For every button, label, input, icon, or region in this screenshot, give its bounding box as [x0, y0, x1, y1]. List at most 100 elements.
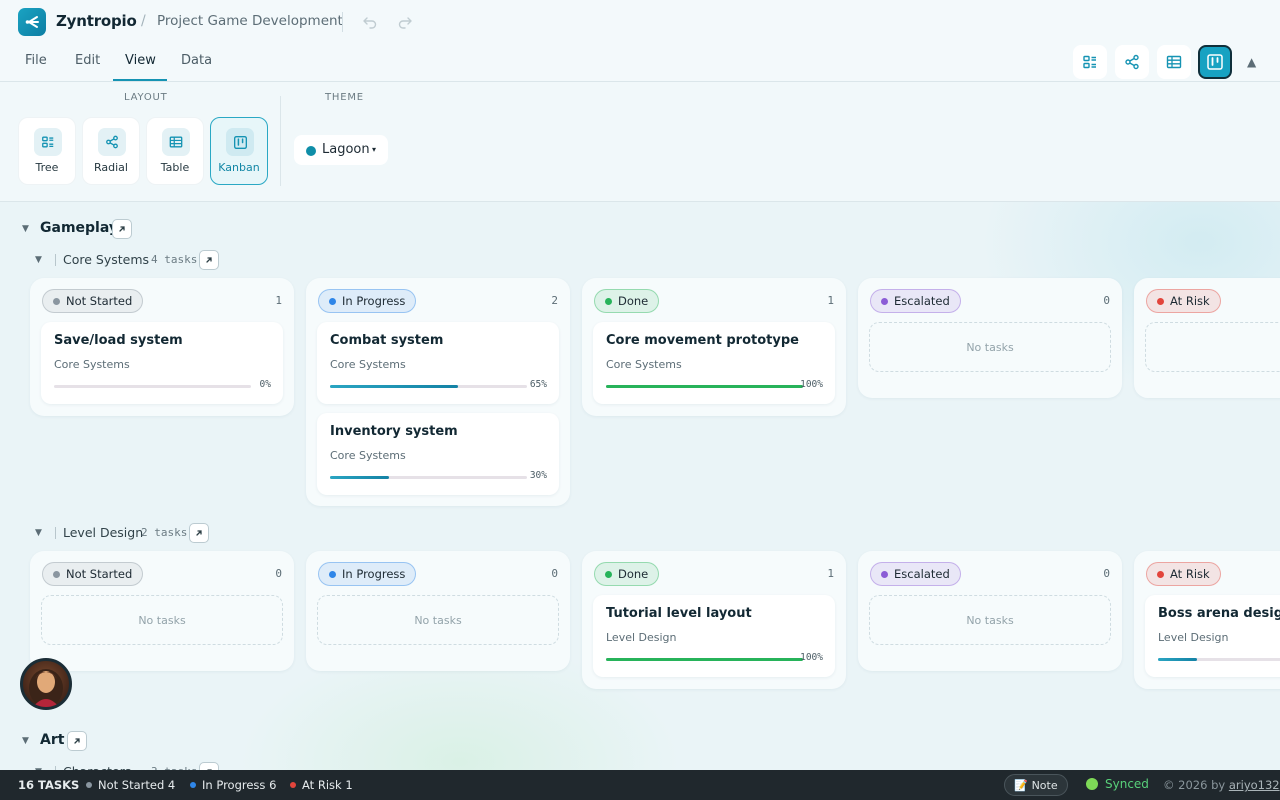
menu-file[interactable]: File	[25, 53, 47, 68]
status-dot	[1157, 297, 1164, 305]
layout-kanban-button[interactable]: Kanban	[210, 117, 268, 185]
table-icon	[1166, 55, 1182, 69]
kanban-column-at-risk: At Risk No tas	[1134, 278, 1280, 398]
task-progress-percent: 0%	[259, 379, 271, 390]
toolbar-divider	[342, 12, 343, 32]
task-progress-percent: 100%	[800, 379, 823, 390]
task-title: Tutorial level layout	[606, 606, 752, 621]
status-pill-label: At Risk	[1170, 567, 1210, 581]
kanban-canvas[interactable]: ▼ Gameplay ▼ Core Systems 4 tasks Not Started…	[0, 202, 1280, 770]
task-title: Save/load system	[54, 333, 183, 348]
open-subgroup-button[interactable]	[199, 762, 219, 770]
subgroup-collapse-icon[interactable]: ▼	[35, 528, 42, 538]
radial-view-button[interactable]	[1115, 45, 1149, 79]
table-view-button[interactable]	[1157, 45, 1191, 79]
layout-radial-button[interactable]: Radial	[82, 117, 140, 185]
menu-edit[interactable]: Edit	[75, 53, 100, 68]
status-pill-label: In Progress	[342, 567, 406, 581]
view-ribbon: LAYOUT THEME Tree Radial Table Kanban La…	[0, 82, 1280, 202]
status-dot	[290, 782, 296, 788]
task-card[interactable]: Core movement prototype Core Systems 100%	[593, 322, 835, 404]
column-task-count: 0	[1103, 294, 1110, 307]
note-button[interactable]: 📝 Note	[1004, 774, 1068, 796]
status-pill[interactable]: In Progress	[318, 562, 417, 586]
task-progress-fill	[330, 476, 390, 479]
task-title: Boss arena design	[1158, 606, 1280, 621]
task-subgroup: Core Systems	[54, 358, 130, 371]
status-dot	[881, 570, 888, 578]
open-group-button[interactable]	[67, 731, 87, 751]
task-progress-percent: 30%	[529, 470, 547, 481]
kanban-column-not-started: Not Started 0 No tasks	[30, 551, 294, 671]
sync-status: Synced	[1086, 777, 1149, 791]
group-collapse-icon[interactable]: ▼	[22, 736, 29, 746]
status-pill[interactable]: At Risk	[1146, 289, 1221, 313]
task-subgroup: Level Design	[606, 631, 677, 644]
collapse-ribbon-icon[interactable]: ▲	[1247, 55, 1256, 69]
redo-icon[interactable]	[397, 14, 413, 30]
author-link[interactable]: ariyo132	[1229, 778, 1280, 792]
status-pill[interactable]: Not Started	[42, 289, 144, 313]
layout-tree-button[interactable]: Tree	[18, 117, 76, 185]
status-at-risk: At Risk 1	[290, 778, 353, 792]
task-card[interactable]: Combat system Core Systems 65%	[317, 322, 559, 404]
breadcrumb-separator: /	[141, 13, 146, 29]
tree-view-button[interactable]	[1073, 45, 1107, 79]
tree-icon	[34, 128, 62, 156]
kanban-column-in-progress: In Progress 0 No tasks	[306, 551, 570, 671]
task-progress-fill	[606, 658, 803, 661]
task-card[interactable]: Boss arena design Level Design	[1145, 595, 1280, 677]
kanban-column-not-started: Not Started 1 Save/load system Core Systems…	[30, 278, 294, 416]
copyright-text: © 2026 by	[1163, 778, 1226, 792]
subgroup-collapse-icon[interactable]: ▼	[35, 255, 42, 265]
column-task-count: 0	[1103, 567, 1110, 580]
status-pill-label: Not Started	[66, 567, 133, 581]
layout-table-button[interactable]: Table	[146, 117, 204, 185]
status-pill[interactable]: Not Started	[42, 562, 144, 586]
open-subgroup-button[interactable]	[189, 523, 209, 543]
status-pill[interactable]: Escalated	[870, 562, 961, 586]
share-nodes-icon	[98, 128, 126, 156]
task-card[interactable]: Save/load system Core Systems 0%	[41, 322, 283, 404]
layout-label: LAYOUT	[124, 92, 168, 103]
status-dot	[605, 570, 612, 578]
subgroup-title: Level Design	[63, 525, 144, 540]
ribbon-divider	[280, 96, 281, 186]
column-task-count: 0	[551, 567, 558, 580]
task-subgroup: Core Systems	[330, 449, 406, 462]
status-pill-label: Escalated	[894, 294, 950, 308]
status-label: In Progress 6	[202, 778, 277, 792]
menu-view[interactable]: View	[125, 53, 156, 68]
status-pill[interactable]: Done	[594, 562, 660, 586]
menu-data[interactable]: Data	[181, 53, 212, 68]
status-pill[interactable]: In Progress	[318, 289, 417, 313]
user-avatar[interactable]	[20, 658, 72, 710]
layout-tree-label: Tree	[35, 161, 59, 174]
status-in-progress: In Progress 6	[190, 778, 276, 792]
empty-column-placeholder: No tasks	[41, 595, 283, 645]
task-title: Core movement prototype	[606, 333, 799, 348]
task-card[interactable]: Inventory system Core Systems 30%	[317, 413, 559, 495]
status-dot	[53, 297, 60, 305]
status-label: At Risk 1	[302, 778, 353, 792]
status-dot	[329, 570, 336, 578]
app-logo-icon[interactable]	[18, 8, 46, 36]
group-title: Art	[40, 732, 65, 748]
group-collapse-icon[interactable]: ▼	[22, 224, 29, 234]
task-progress-fill	[330, 385, 459, 388]
status-pill[interactable]: At Risk	[1146, 562, 1221, 586]
open-group-button[interactable]	[112, 219, 132, 239]
undo-icon[interactable]	[362, 14, 378, 30]
kanban-column-done: Done 1 Core movement prototype Core Systems…	[582, 278, 846, 416]
status-pill-label: Done	[618, 294, 649, 308]
project-title[interactable]: Project Game Development	[157, 13, 343, 29]
task-card[interactable]: Tutorial level layout Level Design 100%	[593, 595, 835, 677]
subgroup-task-count: 4 tasks	[151, 253, 198, 266]
status-pill[interactable]: Escalated	[870, 289, 961, 313]
status-pill[interactable]: Done	[594, 289, 660, 313]
open-subgroup-button[interactable]	[199, 250, 219, 270]
kanban-column-at-risk: At Risk Boss arena design Level Design	[1134, 551, 1280, 689]
layout-radial-label: Radial	[94, 161, 128, 174]
kanban-view-button[interactable]	[1198, 45, 1232, 79]
theme-select[interactable]: Lagoon ▾	[294, 135, 388, 165]
